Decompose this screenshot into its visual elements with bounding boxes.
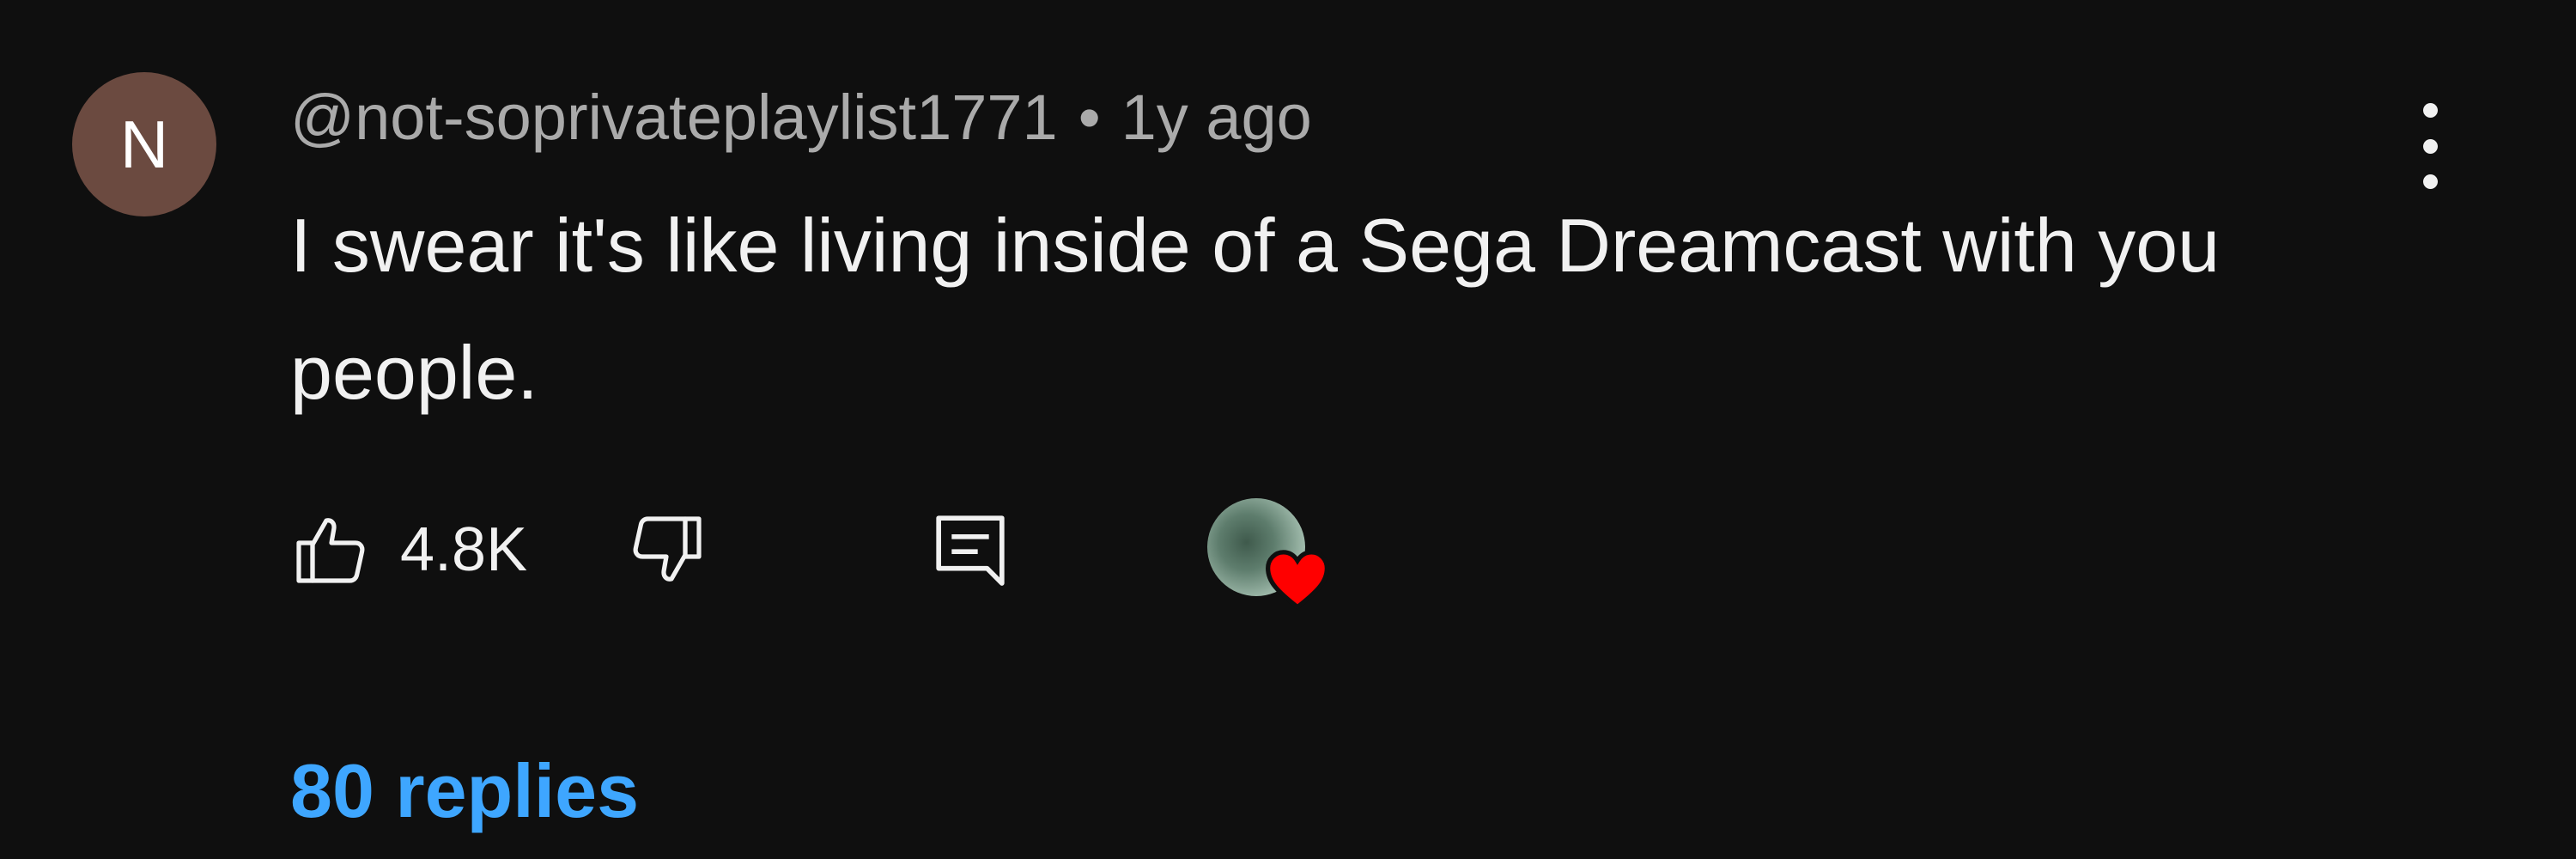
reply-comment-icon bbox=[936, 515, 1005, 586]
more-dot bbox=[2422, 138, 2438, 154]
avatar-initial: N bbox=[119, 106, 169, 182]
view-replies-link[interactable]: 80 replies bbox=[290, 747, 639, 835]
comment-timestamp[interactable]: 1y ago bbox=[1121, 81, 1312, 154]
thumbs-up-icon bbox=[296, 518, 365, 583]
meta-separator: • bbox=[1078, 81, 1101, 153]
comment-header: @not-soprivateplaylist1771 • 1y ago bbox=[290, 76, 1312, 158]
creator-heart-badge bbox=[1207, 498, 1336, 610]
dislike-button[interactable] bbox=[625, 509, 708, 591]
author-handle[interactable]: @not-soprivateplaylist1771 bbox=[290, 81, 1058, 154]
comment-thread: N @not-soprivateplaylist1771 • 1y ago I … bbox=[0, 0, 2576, 859]
heart-icon bbox=[1266, 550, 1329, 610]
reply-button[interactable] bbox=[926, 505, 1015, 594]
more-dot bbox=[2422, 174, 2438, 189]
more-dot bbox=[2422, 103, 2438, 118]
comment-body: I swear it's like living inside of a Seg… bbox=[290, 203, 2221, 415]
comment-actions: 4.8K bbox=[290, 498, 1406, 610]
like-button[interactable]: 4.8K bbox=[290, 498, 527, 601]
more-vertical-icon[interactable] bbox=[2396, 103, 2464, 189]
author-avatar[interactable]: N bbox=[72, 72, 216, 216]
like-count: 4.8K bbox=[400, 515, 528, 584]
thumbs-down-icon bbox=[633, 516, 702, 582]
